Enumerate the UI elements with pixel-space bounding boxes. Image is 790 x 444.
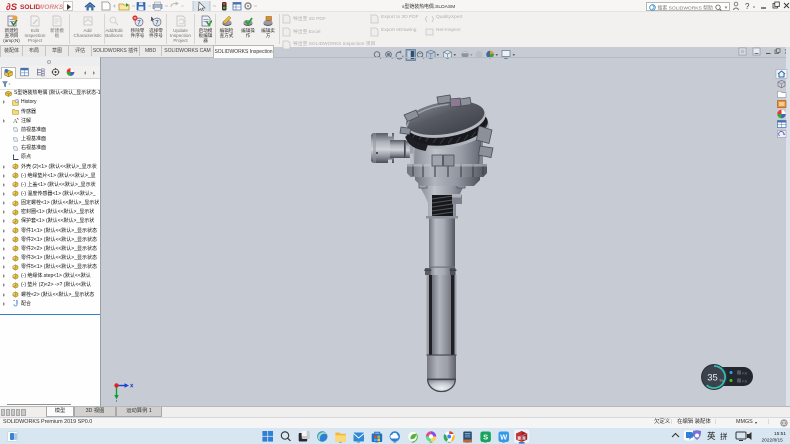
- svg-text:搜索 SOLIDWORKS 帮助: 搜索 SOLIDWORKS 帮助: [658, 4, 714, 11]
- svg-text:15:51: 15:51: [774, 431, 786, 437]
- svg-text:英: 英: [707, 431, 716, 441]
- svg-text:S: S: [483, 432, 488, 441]
- svg-text:35: 35: [707, 373, 718, 384]
- svg-text:∂S: ∂S: [6, 2, 18, 12]
- svg-text:KB: KB: [742, 371, 748, 376]
- svg-text:2022/8/15: 2022/8/15: [762, 438, 784, 444]
- svg-text:A: A: [13, 118, 18, 124]
- svg-text:W: W: [500, 432, 508, 441]
- svg-text:WORKS: WORKS: [38, 4, 64, 11]
- svg-text:KB: KB: [742, 379, 748, 384]
- svg-text:%: %: [720, 378, 724, 383]
- svg-text:拼: 拼: [720, 431, 728, 441]
- svg-text:?: ?: [745, 2, 750, 11]
